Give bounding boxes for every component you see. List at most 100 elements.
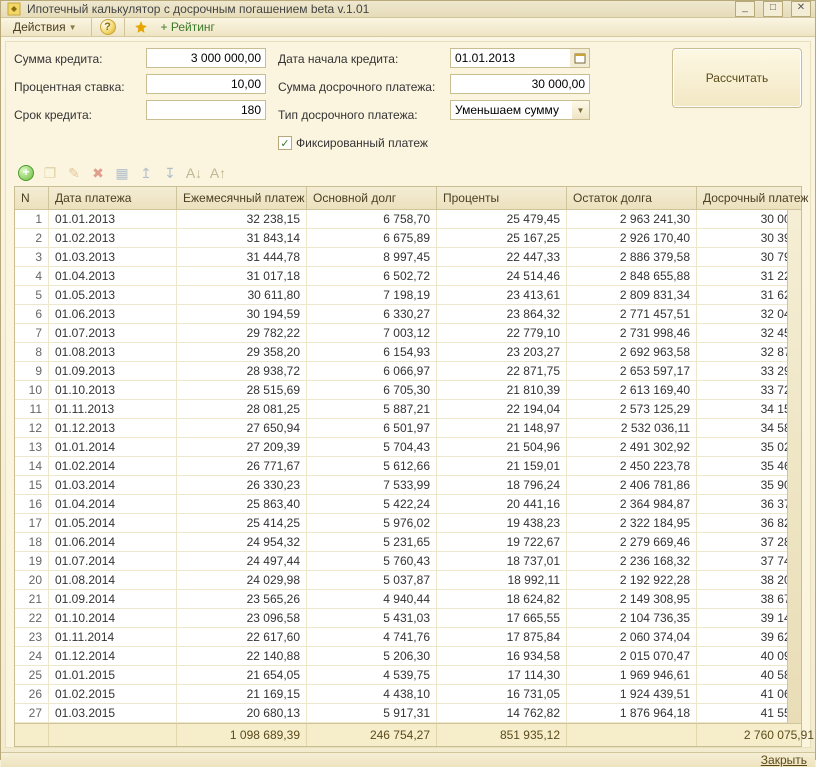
- table-row[interactable]: 1501.03.201426 330,237 533,9918 796,242 …: [15, 476, 787, 495]
- cell-interest: 23 413,61: [437, 286, 567, 304]
- cell-principal: 6 330,27: [307, 305, 437, 323]
- cell-principal: 6 675,89: [307, 229, 437, 247]
- table-row[interactable]: 1601.04.201425 863,405 422,2420 441,162 …: [15, 495, 787, 514]
- table-row[interactable]: 201.02.201331 843,146 675,8925 167,252 9…: [15, 229, 787, 248]
- table-row[interactable]: 1801.06.201424 954,325 231,6519 722,672 …: [15, 533, 787, 552]
- actions-menu-label: Действия: [13, 20, 66, 34]
- cell-principal: 7 198,19: [307, 286, 437, 304]
- sort-desc-button[interactable]: A↑: [208, 163, 228, 183]
- table-row[interactable]: 2501.01.201521 654,054 539,7517 114,301 …: [15, 666, 787, 685]
- actions-menu[interactable]: Действия ▼: [7, 18, 83, 36]
- table-body[interactable]: 101.01.201332 238,156 758,7025 479,452 9…: [15, 210, 787, 723]
- close-link[interactable]: Закрыть: [761, 753, 807, 767]
- cell-interest: 18 796,24: [437, 476, 567, 494]
- table-row[interactable]: 2301.11.201422 617,604 741,7617 875,842 …: [15, 628, 787, 647]
- move-up-button[interactable]: ↥: [136, 163, 156, 183]
- add-row-button[interactable]: +: [16, 163, 36, 183]
- table-row[interactable]: 2001.08.201424 029,985 037,8718 992,112 …: [15, 571, 787, 590]
- table-row[interactable]: 1901.07.201424 497,445 760,4318 737,012 …: [15, 552, 787, 571]
- rating-link[interactable]: + Рейтинг: [155, 18, 221, 36]
- cell-balance: 2 692 963,58: [567, 343, 697, 361]
- cell-n: 2: [15, 229, 49, 247]
- table-row[interactable]: 1701.05.201425 414,255 976,0219 438,232 …: [15, 514, 787, 533]
- minimize-button[interactable]: _: [735, 1, 755, 17]
- table-row[interactable]: 2401.12.201422 140,885 206,3016 934,582 …: [15, 647, 787, 666]
- table-row[interactable]: 1001.10.201328 515,696 705,3021 810,392 …: [15, 381, 787, 400]
- cell-prepay: 40 584,10: [697, 666, 787, 684]
- table-row[interactable]: 301.03.201331 444,788 997,4522 447,332 8…: [15, 248, 787, 267]
- cell-principal: 5 422,24: [307, 495, 437, 513]
- cell-monthly: 31 017,18: [177, 267, 307, 285]
- cell-date: 01.07.2013: [49, 324, 177, 342]
- table-row[interactable]: 501.05.201330 611,807 198,1923 413,612 8…: [15, 286, 787, 305]
- delete-row-button[interactable]: ✖: [88, 163, 108, 183]
- calendar-icon[interactable]: [570, 48, 590, 68]
- table-toolbar: + ❐ ✎ ✖ ▦ ↥ ↧ A↓ A↑: [14, 160, 802, 186]
- cell-n: 21: [15, 590, 49, 608]
- table-row[interactable]: 2701.03.201520 680,135 917,3114 762,821 …: [15, 704, 787, 723]
- table-row[interactable]: 1401.02.201426 771,675 612,6621 159,012 …: [15, 457, 787, 476]
- cell-prepay: 30 395,01: [697, 229, 787, 247]
- app-window: Ипотечный калькулятор с досрочным погаше…: [0, 0, 816, 760]
- table-row[interactable]: 801.08.201329 358,206 154,9323 203,272 6…: [15, 343, 787, 362]
- term-input[interactable]: [146, 100, 266, 120]
- calculate-button[interactable]: Рассчитать: [672, 48, 802, 108]
- col-date[interactable]: Дата платежа: [49, 187, 177, 209]
- cell-prepay: 35 907,92: [697, 476, 787, 494]
- chevron-down-icon[interactable]: ▼: [572, 100, 590, 120]
- fixed-checkbox[interactable]: ✓: [278, 136, 292, 150]
- move-down-button[interactable]: ↧: [160, 163, 180, 183]
- cell-date: 01.11.2013: [49, 400, 177, 418]
- table-row[interactable]: 101.01.201332 238,156 758,7025 479,452 9…: [15, 210, 787, 229]
- cell-interest: 22 447,33: [437, 248, 567, 266]
- prepay-sum-input[interactable]: [450, 74, 590, 94]
- sort-asc-button[interactable]: A↓: [184, 163, 204, 183]
- col-prepay[interactable]: Досрочный платеж: [697, 187, 816, 209]
- cell-balance: 2 060 374,04: [567, 628, 697, 646]
- cell-date: 01.08.2013: [49, 343, 177, 361]
- cell-balance: 2 731 998,46: [567, 324, 697, 342]
- cell-date: 01.04.2014: [49, 495, 177, 513]
- rate-input[interactable]: [146, 74, 266, 94]
- cell-monthly: 29 782,22: [177, 324, 307, 342]
- cell-balance: 2 926 170,40: [567, 229, 697, 247]
- cell-monthly: 24 029,98: [177, 571, 307, 589]
- vertical-scrollbar[interactable]: [787, 210, 801, 723]
- cell-prepay: 38 672,89: [697, 590, 787, 608]
- cell-monthly: 30 194,59: [177, 305, 307, 323]
- col-monthly[interactable]: Ежемесячный платеж: [177, 187, 307, 209]
- cell-prepay: 41 558,02: [697, 704, 787, 722]
- col-interest[interactable]: Проценты: [437, 187, 567, 209]
- cell-n: 15: [15, 476, 49, 494]
- table-row[interactable]: 401.04.201331 017,186 502,7224 514,462 8…: [15, 267, 787, 286]
- cell-date: 01.05.2014: [49, 514, 177, 532]
- table-row[interactable]: 2101.09.201423 565,264 940,4418 624,822 …: [15, 590, 787, 609]
- cell-prepay: 33 722,46: [697, 381, 787, 399]
- prepay-type-select[interactable]: [450, 100, 590, 120]
- table-row[interactable]: 2201.10.201423 096,585 431,0317 665,552 …: [15, 609, 787, 628]
- table-row[interactable]: 901.09.201328 938,726 066,9722 871,752 6…: [15, 362, 787, 381]
- sum-input[interactable]: [146, 48, 266, 68]
- close-button[interactable]: ✕: [791, 1, 811, 17]
- table-row[interactable]: 2601.02.201521 169,154 438,1016 731,051 …: [15, 685, 787, 704]
- config-button[interactable]: ▦: [112, 163, 132, 183]
- table-row[interactable]: 601.06.201330 194,596 330,2723 864,322 7…: [15, 305, 787, 324]
- table-row[interactable]: 1301.01.201427 209,395 704,4321 504,962 …: [15, 438, 787, 457]
- copy-row-button[interactable]: ❐: [40, 163, 60, 183]
- cell-date: 01.02.2015: [49, 685, 177, 703]
- col-principal[interactable]: Основной долг: [307, 187, 437, 209]
- start-date-input[interactable]: [450, 48, 590, 68]
- cell-prepay: 39 620,55: [697, 628, 787, 646]
- help-icon[interactable]: ?: [100, 19, 116, 35]
- col-n[interactable]: N: [15, 187, 49, 209]
- table-row[interactable]: 1201.12.201327 650,946 501,9721 148,972 …: [15, 419, 787, 438]
- cell-n: 22: [15, 609, 49, 627]
- table-row[interactable]: 701.07.201329 782,227 003,1222 779,102 7…: [15, 324, 787, 343]
- edit-row-button[interactable]: ✎: [64, 163, 84, 183]
- cell-interest: 17 665,55: [437, 609, 567, 627]
- maximize-button[interactable]: □: [763, 1, 783, 17]
- table-row[interactable]: 1101.11.201328 081,255 887,2122 194,042 …: [15, 400, 787, 419]
- cell-prepay: 36 823,90: [697, 514, 787, 532]
- col-balance[interactable]: Остаток долга: [567, 187, 697, 209]
- cell-interest: 21 148,97: [437, 419, 567, 437]
